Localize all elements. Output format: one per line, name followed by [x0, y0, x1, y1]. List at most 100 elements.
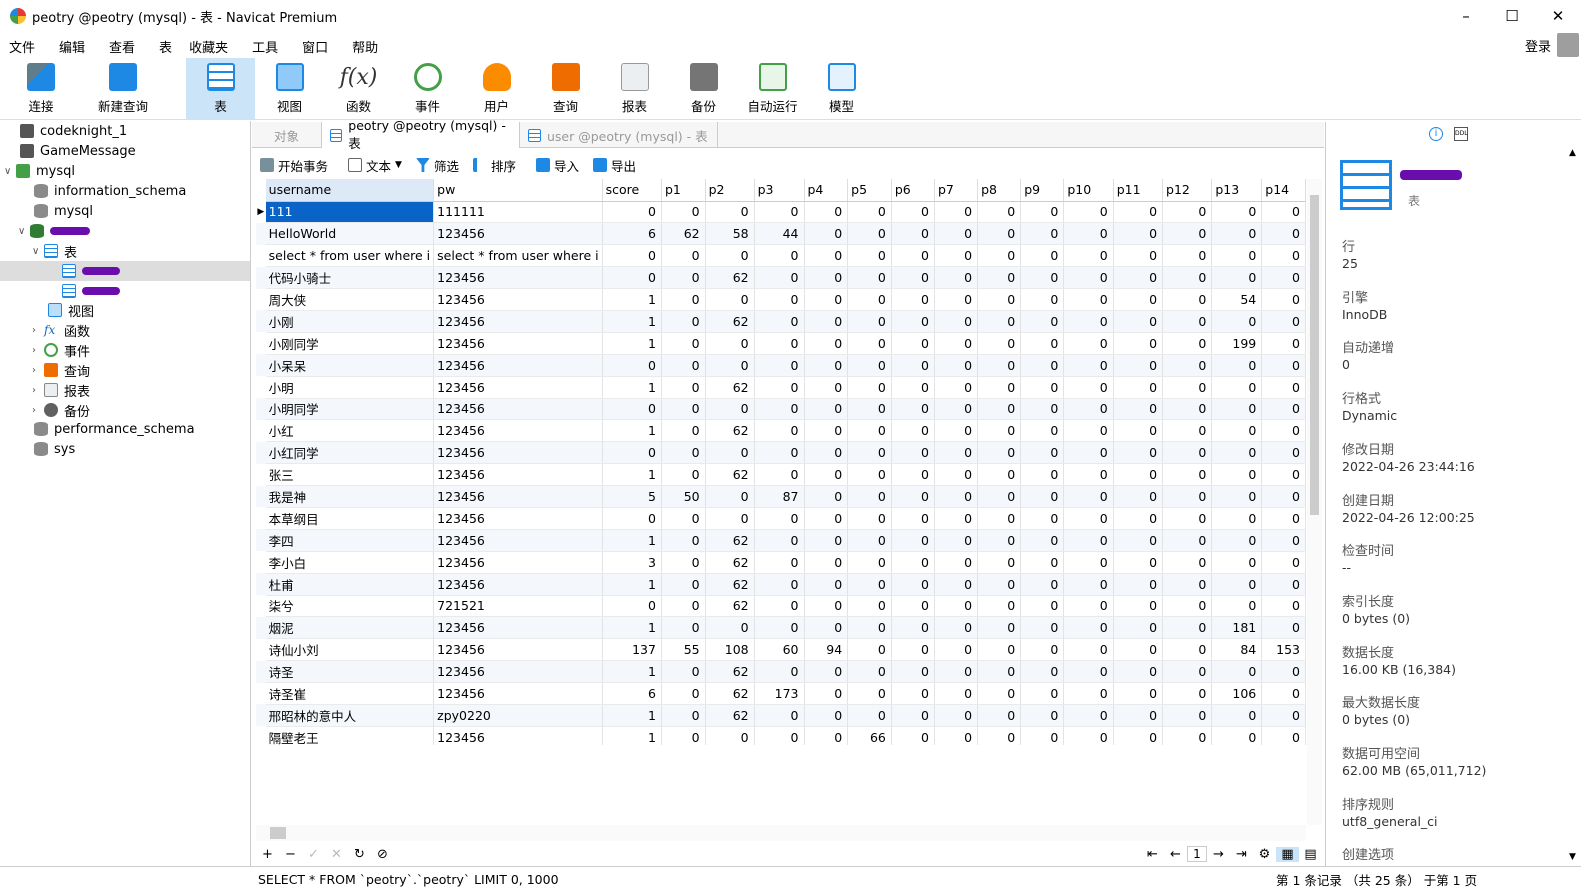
cell-p12[interactable]: 0: [1162, 682, 1213, 705]
cell-p4[interactable]: 0: [804, 376, 849, 399]
cell-score[interactable]: 0: [602, 201, 662, 224]
column-header-p6[interactable]: p6: [891, 179, 935, 202]
cell-p9[interactable]: 0: [1020, 201, 1065, 224]
cell-p11[interactable]: 0: [1113, 310, 1164, 333]
cell-p13[interactable]: 84: [1211, 638, 1263, 662]
cell-p14[interactable]: 0: [1261, 376, 1306, 399]
cell-score[interactable]: 1: [602, 726, 662, 745]
cell-p11[interactable]: 0: [1113, 507, 1164, 530]
cell-p6[interactable]: 0: [891, 616, 935, 640]
cell-p4[interactable]: 0: [804, 419, 849, 443]
cell-p14[interactable]: 0: [1261, 222, 1306, 246]
cell-p14[interactable]: 0: [1261, 573, 1306, 596]
row-marker[interactable]: [256, 551, 266, 573]
table-row[interactable]: ▶ 111 111111 0 0 0 0 0 0 0 0 0 0 0 0 0 0 0: [256, 201, 1306, 224]
cell-p11[interactable]: 0: [1113, 398, 1164, 421]
cell-p7[interactable]: 0: [934, 485, 979, 508]
cell-p7[interactable]: 0: [934, 463, 979, 487]
menu-table[interactable]: 表: [159, 37, 172, 56]
tree-connection-mysql[interactable]: ∨ mysql: [4, 161, 75, 181]
cell-p13[interactable]: 0: [1211, 704, 1263, 727]
cell-p9[interactable]: 0: [1020, 463, 1065, 487]
cell-p3[interactable]: 0: [754, 266, 805, 290]
cell-p4[interactable]: 0: [804, 354, 849, 377]
cell-p6[interactable]: 0: [891, 551, 935, 574]
cell-p12[interactable]: 0: [1162, 222, 1213, 246]
cell-p12[interactable]: 0: [1162, 288, 1213, 311]
cell-username[interactable]: 小刚同学: [265, 332, 435, 355]
cell-p1[interactable]: 0: [661, 398, 706, 421]
cell-p10[interactable]: 0: [1063, 222, 1114, 246]
cell-p13[interactable]: 199: [1211, 332, 1263, 355]
scroll-thumb[interactable]: [270, 827, 286, 839]
cell-p3[interactable]: 0: [754, 616, 805, 640]
cell-p2[interactable]: 62: [705, 266, 755, 290]
cell-p13[interactable]: 0: [1211, 441, 1263, 465]
cell-p4[interactable]: 0: [804, 573, 849, 596]
cell-p2[interactable]: 62: [705, 704, 755, 727]
row-marker[interactable]: [256, 704, 266, 727]
cell-p3[interactable]: 0: [754, 726, 805, 745]
table-row[interactable]: 柒兮 721521 0 0 62 0 0 0 0 0 0 0 0 0 0 0 0: [256, 595, 1306, 618]
cell-p12[interactable]: 0: [1162, 726, 1213, 745]
cell-p2[interactable]: 0: [705, 332, 755, 355]
cell-p12[interactable]: 0: [1162, 441, 1213, 465]
cell-p3[interactable]: 0: [754, 332, 805, 355]
cell-score[interactable]: 1: [602, 288, 662, 311]
cell-p3[interactable]: 173: [754, 682, 805, 705]
cell-score[interactable]: 1: [602, 660, 662, 684]
grid-view-icon[interactable]: ▦: [1276, 846, 1299, 862]
import-button[interactable]: 导入: [535, 156, 579, 175]
cell-p1[interactable]: 0: [661, 551, 706, 574]
cell-p2[interactable]: 62: [705, 529, 755, 552]
tree-db-performance-schema[interactable]: performance_schema: [34, 419, 195, 439]
cell-pw[interactable]: 123456: [433, 529, 603, 552]
page-number-field[interactable]: 1: [1187, 846, 1207, 862]
row-marker[interactable]: [256, 354, 266, 377]
table-row[interactable]: 周大侠 123456 1 0 0 0 0 0 0 0 0 0 0 0 0 54 0: [256, 288, 1306, 311]
tree-queries[interactable]: › 查询: [32, 360, 90, 380]
cell-pw[interactable]: 123456: [433, 419, 603, 443]
cell-score[interactable]: 3: [602, 551, 662, 574]
cell-pw[interactable]: 123456: [433, 222, 603, 246]
info-panel-scrollbar[interactable]: ▲ ▼: [1566, 148, 1581, 866]
cell-p10[interactable]: 0: [1063, 595, 1114, 618]
cell-pw[interactable]: 123456: [433, 266, 603, 290]
cell-score[interactable]: 1: [602, 529, 662, 552]
cell-p2[interactable]: 0: [705, 201, 755, 224]
cell-p12[interactable]: 0: [1162, 595, 1213, 618]
cell-p7[interactable]: 0: [934, 376, 979, 399]
column-header-score[interactable]: score: [602, 179, 662, 202]
row-marker[interactable]: [256, 507, 266, 529]
cell-p3[interactable]: 0: [754, 573, 805, 596]
cell-p13[interactable]: 0: [1211, 529, 1263, 552]
cell-p1[interactable]: 0: [661, 682, 706, 705]
cell-p6[interactable]: 0: [891, 222, 935, 246]
row-marker[interactable]: [256, 573, 266, 596]
cell-p2[interactable]: 62: [705, 310, 755, 333]
cell-p14[interactable]: 0: [1261, 244, 1306, 268]
cell-p4[interactable]: 0: [804, 507, 849, 530]
row-marker[interactable]: [256, 289, 266, 311]
cell-p6[interactable]: 0: [891, 507, 935, 530]
cell-p6[interactable]: 0: [891, 726, 935, 745]
ddl-icon[interactable]: DDL: [1454, 127, 1468, 141]
stop-icon[interactable]: ⊘: [371, 847, 394, 862]
scroll-down-icon[interactable]: ▼: [1569, 852, 1576, 862]
cell-p8[interactable]: 0: [977, 332, 1022, 355]
cell-p1[interactable]: 0: [661, 310, 706, 333]
column-header-p10[interactable]: p10: [1063, 179, 1114, 202]
cell-p2[interactable]: 0: [705, 485, 755, 508]
cell-p12[interactable]: 0: [1162, 332, 1213, 355]
cell-p10[interactable]: 0: [1063, 551, 1114, 574]
table-row[interactable]: 诗圣 123456 1 0 62 0 0 0 0 0 0 0 0 0 0 0 0: [256, 660, 1306, 684]
menu-favorites[interactable]: 收藏夹: [189, 37, 228, 56]
form-view-icon[interactable]: ▤: [1299, 847, 1322, 862]
cell-p10[interactable]: 0: [1063, 638, 1114, 662]
cell-p11[interactable]: 0: [1113, 463, 1164, 487]
cell-pw[interactable]: 123456: [433, 441, 603, 465]
cell-p6[interactable]: 0: [891, 376, 935, 399]
table-row[interactable]: 小明 123456 1 0 62 0 0 0 0 0 0 0 0 0 0 0 0: [256, 376, 1306, 399]
cell-p7[interactable]: 0: [934, 419, 979, 443]
cell-p3[interactable]: 44: [754, 222, 805, 246]
